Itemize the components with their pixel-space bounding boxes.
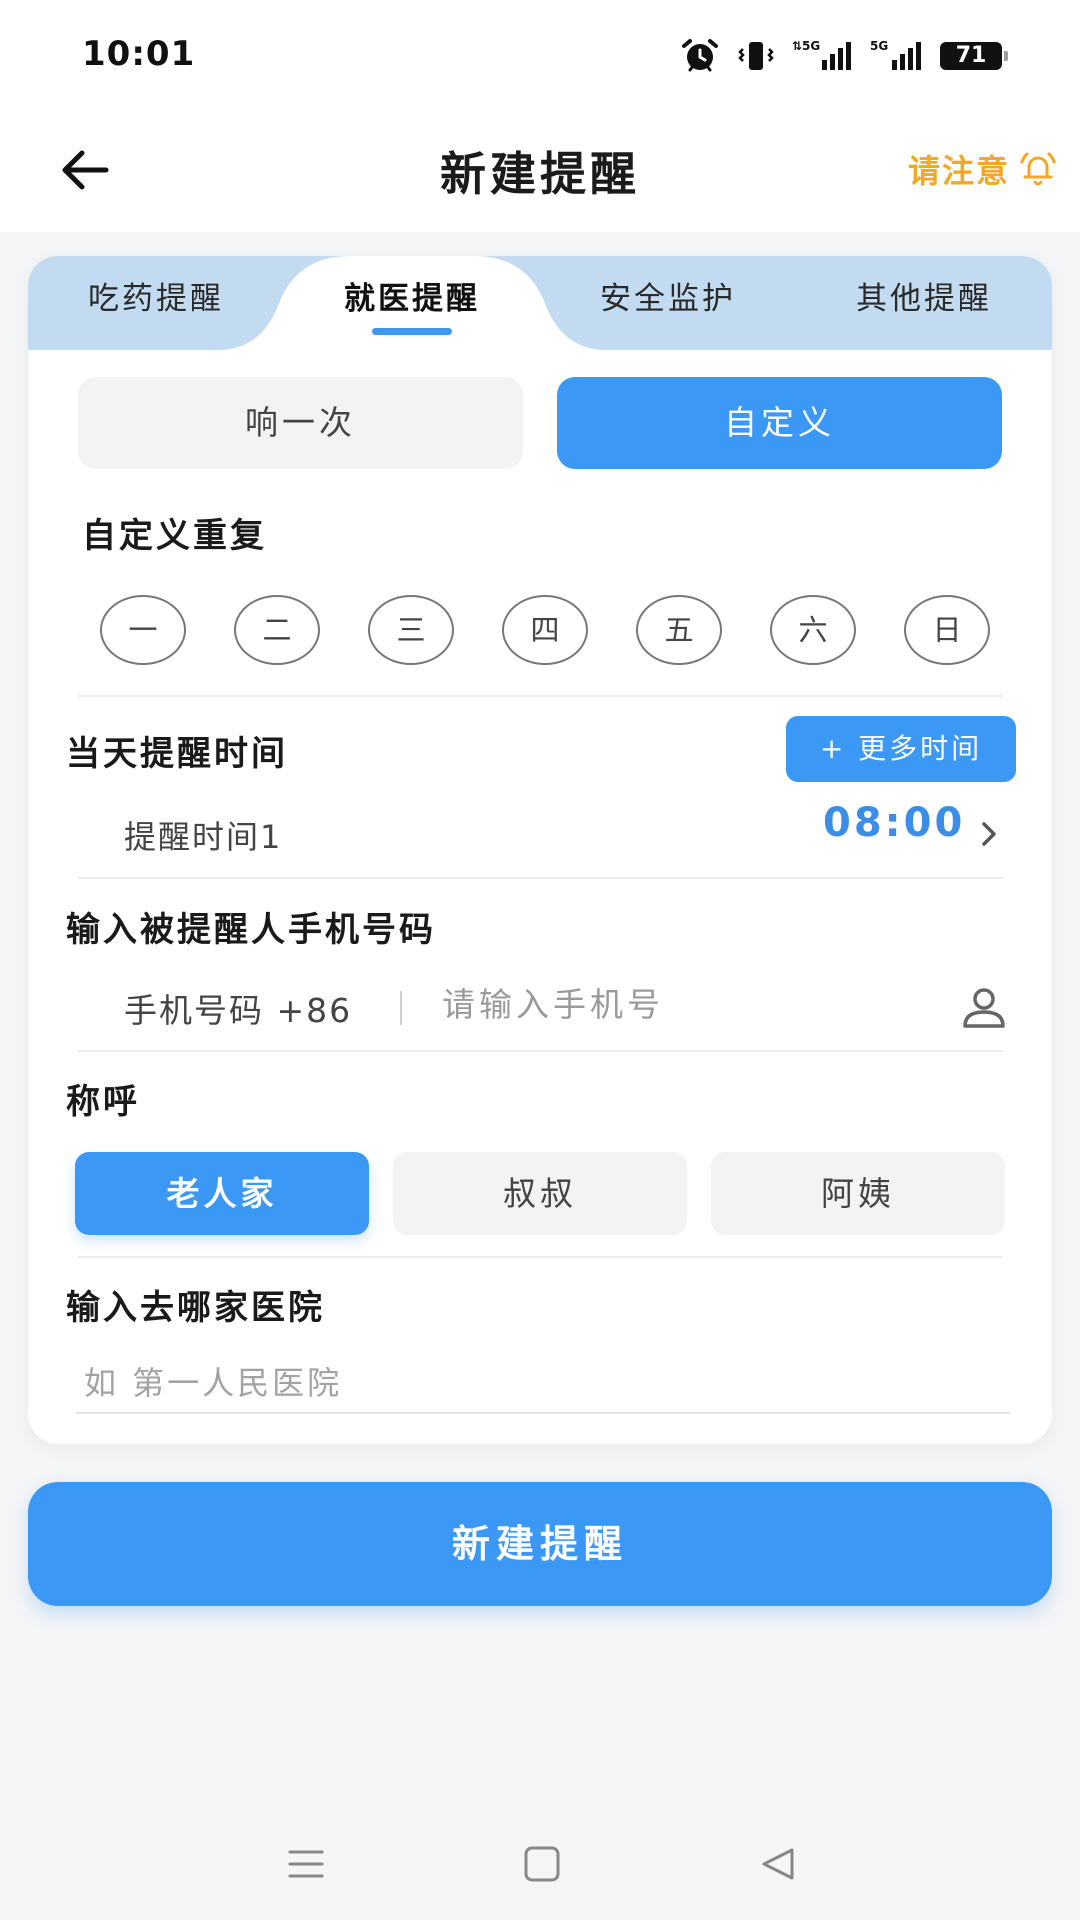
menu-icon[interactable] [286, 1844, 326, 1884]
divider [78, 695, 1003, 697]
tab-medicine[interactable]: 吃药提醒 [28, 256, 284, 350]
create-reminder-button[interactable]: 新建提醒 [28, 1482, 1052, 1606]
status-bar: 10:01 ⇅5G 5G 71 [0, 0, 1080, 110]
tab-other[interactable]: 其他提醒 [796, 256, 1052, 350]
contact-person-icon[interactable] [960, 986, 1008, 1030]
reminder-time-value[interactable]: 08:00 [823, 800, 965, 846]
reminder-form-card: 吃药提醒 就医提醒 安全监护 其他提醒 响一次 自定义 自定义重复 一 二 三 … [28, 256, 1052, 1444]
chevron-right-icon[interactable] [978, 820, 1000, 848]
vibrate-icon [738, 42, 774, 70]
hospital-input[interactable] [76, 1354, 1010, 1414]
signal-5g-icon: ⇅5G [792, 39, 851, 70]
app-header: 新建提醒 请注意 [0, 110, 1080, 232]
weekday-sat[interactable]: 六 [770, 595, 856, 665]
weekday-tue[interactable]: 二 [234, 595, 320, 665]
active-tab-indicator [372, 328, 452, 335]
phone-title: 输入被提醒人手机号码 [66, 910, 436, 950]
salutation-title: 称呼 [66, 1082, 140, 1122]
tab-hospital-visit[interactable]: 就医提醒 [284, 256, 540, 350]
salutation-uncle-option[interactable]: 叔叔 [393, 1152, 687, 1235]
bell-icon [1020, 152, 1056, 186]
phone-separator [400, 991, 402, 1025]
divider [78, 1050, 1003, 1052]
salutation-elder-option[interactable]: 老人家 [75, 1152, 369, 1235]
weekday-mon[interactable]: 一 [100, 595, 186, 665]
add-more-time-button[interactable]: + 更多时间 [786, 716, 1016, 782]
svg-text:5G: 5G [870, 39, 888, 53]
alarm-icon [682, 39, 718, 72]
custom-repeat-title: 自定义重复 [82, 516, 267, 556]
repeat-custom-button[interactable]: 自定义 [557, 377, 1002, 469]
notice-label: 请注意 [907, 152, 1010, 190]
weekday-wed[interactable]: 三 [368, 595, 454, 665]
notice-button[interactable]: 请注意 [908, 146, 1058, 192]
repeat-once-button[interactable]: 响一次 [78, 377, 523, 469]
weekday-sun[interactable]: 日 [904, 595, 990, 665]
home-square-icon[interactable] [522, 1844, 562, 1884]
hospital-title: 输入去哪家医院 [66, 1288, 325, 1328]
weekday-fri[interactable]: 五 [636, 595, 722, 665]
reminder-time-label: 提醒时间1 [124, 818, 283, 856]
battery-indicator: 71 [940, 42, 1008, 70]
reminder-time-title: 当天提醒时间 [66, 734, 288, 774]
status-time: 10:01 [82, 34, 196, 74]
tab-safety-monitoring[interactable]: 安全监护 [540, 256, 796, 350]
signal-5g-icon: 5G [870, 39, 921, 70]
status-icons: ⇅5G 5G 71 [680, 38, 1008, 74]
back-triangle-icon[interactable] [758, 1844, 798, 1884]
divider [78, 1256, 1003, 1258]
divider [78, 877, 1003, 879]
salutation-aunt-option[interactable]: 阿姨 [711, 1152, 1005, 1235]
weekday-selector: 一 二 三 四 五 六 日 [100, 595, 990, 665]
system-nav-bar [0, 1814, 1080, 1920]
phone-prefix: 手机号码 +86 [124, 991, 353, 1030]
weekday-thu[interactable]: 四 [502, 595, 588, 665]
svg-text:⇅5G: ⇅5G [792, 39, 820, 53]
phone-input[interactable] [440, 978, 964, 1030]
